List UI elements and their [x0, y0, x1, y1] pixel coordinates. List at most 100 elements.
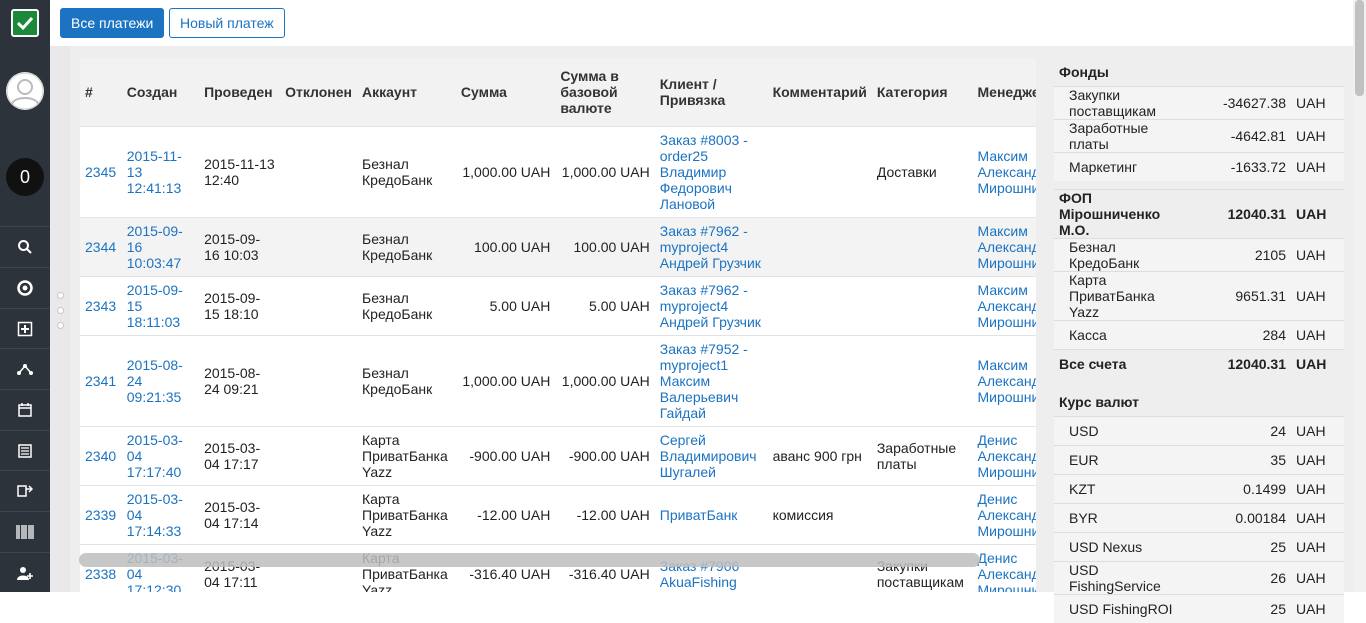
client-link[interactable]: Заказ #7962 - myproject4 Андрей Грузчик	[660, 223, 761, 271]
lifebuoy-icon[interactable]	[0, 267, 50, 307]
col-client-header[interactable]: Клиент / Привязка	[654, 58, 768, 127]
client-link[interactable]: Заказ #7962 - myproject4 Андрей Грузчик	[660, 282, 761, 330]
manager-link[interactable]: Денис Александрович Мирошниченко	[978, 550, 1037, 592]
add-box-icon[interactable]	[0, 308, 50, 348]
company-value: 12040.31	[1227, 206, 1286, 222]
rate-row: USD FishingROI 25 UAH	[1054, 594, 1344, 623]
client-link[interactable]: Заказ #7952 - myproject1 Максим Валерьев…	[660, 341, 748, 421]
sum-cell: 5.00 UAH	[455, 276, 556, 336]
payment-id-link[interactable]: 2343	[85, 298, 116, 314]
col-comment-header[interactable]: Комментарий	[767, 58, 872, 127]
rate-row: KZT 0.1499 UAH	[1054, 474, 1344, 503]
payment-id-link[interactable]: 2341	[85, 373, 116, 389]
account-name: Безнал КредоБанк	[1069, 239, 1140, 271]
sum-cell: 100.00 UAH	[455, 217, 556, 277]
drag-handle-dot[interactable]	[58, 308, 63, 313]
category-cell: Закупки поставщикам	[871, 544, 973, 592]
col-manager-header[interactable]: Менеджер	[972, 58, 1036, 127]
created-date-link[interactable]: 2015-08-24 09:21:35	[127, 357, 183, 405]
table-row[interactable]: 2344 2015-09-16 10:03:47 2015-09-16 10:0…	[80, 217, 1037, 277]
col-sum-header[interactable]: Сумма	[455, 58, 556, 127]
all-accounts-value: 12040.31	[1227, 356, 1286, 372]
col-account-header[interactable]: Аккаунт	[357, 58, 456, 127]
rejected-date	[280, 217, 358, 277]
avatar[interactable]	[6, 72, 44, 110]
base-sum-cell: 1,000.00 UAH	[555, 126, 655, 218]
payment-id-link[interactable]: 2345	[85, 164, 116, 180]
documents-icon[interactable]	[0, 430, 50, 470]
col-category-header[interactable]: Категория	[871, 58, 973, 127]
col-base-sum-header[interactable]: Сумма в базовой валюте	[555, 58, 655, 127]
manager-link[interactable]: Денис Александрович Мирошниченко	[978, 491, 1037, 539]
col-done-header[interactable]: Проведен	[199, 58, 281, 127]
done-date: 2015-03-04 17:14	[199, 485, 281, 545]
col-id-header[interactable]: #	[80, 58, 122, 127]
search-icon[interactable]	[0, 226, 50, 266]
add-user-icon[interactable]	[0, 552, 50, 592]
sidebar-toggle-strip[interactable]	[50, 46, 70, 592]
manager-link[interactable]: Денис Александрович Мирошниченко	[978, 432, 1037, 480]
payment-id-link[interactable]: 2339	[85, 507, 116, 523]
funds-panel: Фонды Закупки поставщикам -34627.38 UAH …	[1054, 58, 1344, 623]
manager-link[interactable]: Максим Александрович Мирошниченко	[978, 148, 1037, 196]
horizontal-scrollbar[interactable]	[79, 553, 980, 567]
barcode-icon[interactable]	[0, 511, 50, 551]
client-link[interactable]: Заказ #8003 - order25 Владимир Федорович…	[660, 132, 748, 212]
comment-cell: аванс 900 грн	[767, 426, 872, 486]
table-row[interactable]: 2339 2015-03-04 17:14:33 2015-03-04 17:1…	[80, 485, 1037, 545]
manager-link[interactable]: Максим Александрович Мирошниченко	[978, 282, 1037, 330]
rate-value: 25	[1270, 601, 1286, 617]
sum-cell: -316.40 UAH	[455, 544, 556, 592]
account-cell: Карта ПриватБанка Yazz	[357, 544, 456, 592]
new-payment-button[interactable]: Новый платеж	[169, 8, 285, 38]
category-cell	[871, 485, 973, 545]
col-created-header[interactable]: Создан	[121, 58, 200, 127]
all-payments-button[interactable]: Все платежи	[60, 8, 165, 38]
table-row[interactable]: 2343 2015-09-15 18:11:03 2015-09-15 18:1…	[80, 276, 1037, 336]
rate-currency: UAH	[1296, 481, 1326, 497]
drag-handle-dot[interactable]	[58, 293, 63, 298]
network-icon[interactable]	[0, 348, 50, 388]
comment-cell	[767, 335, 872, 427]
created-date-link[interactable]: 2015-11-13 12:41:13	[127, 148, 182, 196]
client-link[interactable]: ПриватБанк	[660, 507, 738, 523]
account-row: Безнал КредоБанк 2105 UAH	[1054, 238, 1344, 271]
account-value: 2105	[1254, 247, 1286, 263]
rejected-date	[280, 126, 358, 218]
notification-counter[interactable]: 0	[6, 158, 44, 196]
rate-value: 0.00184	[1235, 510, 1286, 526]
table-row[interactable]: 2338 2015-03-04 17:12:30 2015-03-04 17:1…	[80, 544, 1037, 592]
payment-id-link[interactable]: 2344	[85, 239, 116, 255]
account-value: 284	[1262, 327, 1286, 343]
created-date-link[interactable]: 2015-09-15 18:11:03	[127, 282, 183, 330]
table-row[interactable]: 2341 2015-08-24 09:21:35 2015-08-24 09:2…	[80, 335, 1037, 427]
created-date-link[interactable]: 2015-03-04 17:17:40	[127, 432, 183, 480]
rejected-date	[280, 426, 358, 486]
base-sum-cell: 5.00 UAH	[555, 276, 655, 336]
app-logo[interactable]	[0, 0, 50, 46]
table-row[interactable]: 2345 2015-11-13 12:41:13 2015-11-13 12:4…	[80, 126, 1037, 218]
table-row[interactable]: 2340 2015-03-04 17:17:40 2015-03-04 17:1…	[80, 426, 1037, 486]
drag-handle-dot[interactable]	[58, 323, 63, 328]
calendar-icon[interactable]	[0, 389, 50, 429]
vertical-scrollbar-thumb[interactable]	[1355, 0, 1364, 96]
created-date-link[interactable]: 2015-03-04 17:14:33	[127, 491, 183, 539]
account-cell: Безнал КредоБанк	[357, 335, 456, 427]
fund-value: -1633.72	[1230, 159, 1286, 175]
category-cell: Доставки	[871, 126, 973, 218]
transfer-icon[interactable]	[0, 470, 50, 510]
rate-name: USD Nexus	[1069, 539, 1143, 555]
all-accounts-label: Все счета	[1059, 356, 1127, 372]
created-date-link[interactable]: 2015-09-16 10:03:47	[127, 223, 183, 271]
payment-id-link[interactable]: 2338	[85, 566, 116, 582]
payment-id-link[interactable]: 2340	[85, 448, 116, 464]
client-link[interactable]: Сергей Владимирович Шугалей	[660, 432, 757, 480]
fund-currency: UAH	[1296, 159, 1326, 175]
rate-name: USD	[1069, 423, 1099, 439]
rate-name: BYR	[1069, 510, 1098, 526]
account-row: Касса 284 UAH	[1054, 320, 1344, 349]
manager-link[interactable]: Максим Александрович Мирошниченко	[978, 357, 1037, 405]
account-value: 9651.31	[1235, 288, 1286, 304]
col-rejected-header[interactable]: Отклонен	[280, 58, 358, 127]
manager-link[interactable]: Максим Александрович Мирошниченко	[978, 223, 1037, 271]
